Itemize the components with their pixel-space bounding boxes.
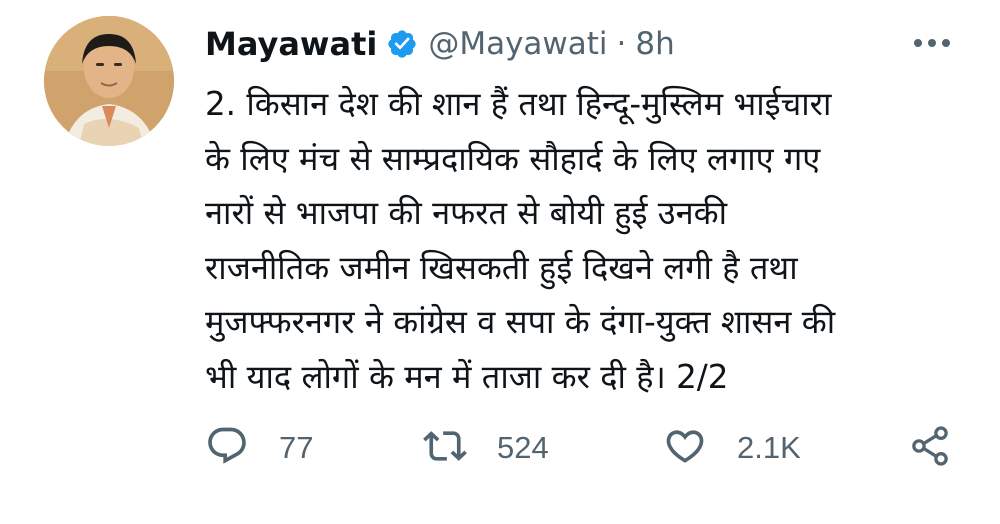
retweet-button[interactable]: 524 (423, 420, 549, 476)
tweet-text-line: राजनीतिक जमीन खिसकती हुई दिखने लगी है तथ… (205, 248, 798, 287)
more-options-icon[interactable] (910, 28, 954, 58)
like-count: 2.1K (737, 430, 801, 465)
tweet-text-line: मुजफ्फरनगर ने कांग्रेस व सपा के दंगा-युक… (205, 303, 836, 341)
reply-icon (205, 424, 249, 472)
avatar[interactable] (44, 16, 174, 146)
reply-count: 77 (279, 430, 314, 465)
tweet-text: 2. किसान देश की शान हैं तथा हिन्दू-मुस्ल… (205, 77, 975, 404)
share-icon (908, 424, 952, 472)
reply-button[interactable]: 77 (205, 420, 313, 476)
like-button[interactable]: 2.1K (663, 420, 801, 476)
tweet-text-line: के लिए मंच से साम्प्रदायिक सौहार्द के लि… (205, 139, 821, 178)
tweet-text-line: भी याद लोगों के मन में ताजा कर दी है। 2/… (205, 357, 729, 396)
author-name[interactable]: Mayawati (205, 25, 377, 63)
separator-dot: · (616, 26, 627, 62)
tweet-text-line: नारों से भाजपा की नफरत से बोयी हुई उनकी (205, 194, 727, 232)
tweet-timestamp[interactable]: 8h (635, 26, 674, 62)
heart-icon (663, 424, 707, 472)
share-button[interactable] (908, 420, 952, 476)
action-bar: 77 524 2.1K (205, 420, 965, 476)
retweet-icon (423, 424, 467, 472)
author-handle[interactable]: @Mayawati (428, 26, 607, 62)
tweet-header: Mayawati @Mayawati · 8h (205, 20, 675, 68)
tweet-text-line: 2. किसान देश की शान हैं तथा हिन्दू-मुस्ल… (205, 85, 832, 123)
tweet: Mayawati @Mayawati · 8h 2. किसान देश की … (0, 0, 1000, 524)
verified-badge-icon (386, 28, 418, 60)
retweet-count: 524 (497, 430, 549, 465)
